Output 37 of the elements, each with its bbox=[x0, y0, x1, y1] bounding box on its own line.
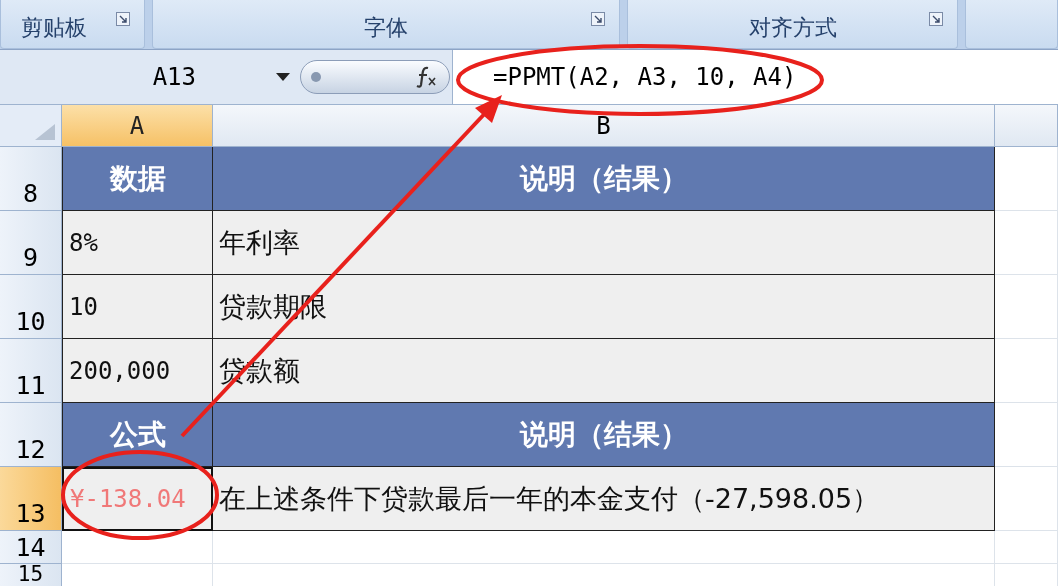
row-header[interactable]: 14 bbox=[0, 531, 62, 564]
table-cell: 200,000 bbox=[62, 339, 213, 403]
dialog-launcher-icon[interactable] bbox=[929, 12, 943, 26]
row-header[interactable]: 12 bbox=[0, 403, 62, 467]
row-header[interactable]: 10 bbox=[0, 275, 62, 339]
group-label: 剪贴板 bbox=[21, 15, 87, 41]
caret-icon[interactable] bbox=[276, 73, 290, 81]
table-cell: 8% bbox=[62, 211, 213, 275]
splitter-handle[interactable] bbox=[300, 60, 450, 94]
table-cell bbox=[995, 531, 1058, 564]
table-cell: ¥-138.04 bbox=[62, 467, 213, 531]
table-cell bbox=[995, 211, 1058, 275]
dialog-launcher-icon[interactable] bbox=[591, 12, 605, 26]
name-box[interactable]: A13 bbox=[152, 63, 196, 91]
row-header[interactable]: 11 bbox=[0, 339, 62, 403]
table-cell bbox=[995, 403, 1058, 467]
row-header[interactable]: 15 bbox=[0, 564, 62, 586]
table-cell bbox=[995, 339, 1058, 403]
dialog-launcher-icon[interactable] bbox=[116, 12, 130, 26]
header-cell: 数据 bbox=[62, 147, 213, 211]
row-header[interactable]: 9 bbox=[0, 211, 62, 275]
row-header[interactable]: 8 bbox=[0, 147, 62, 211]
table-cell bbox=[995, 275, 1058, 339]
header-cell: 说明（结果） bbox=[213, 147, 995, 211]
table-cell: 年利率 bbox=[213, 211, 995, 275]
header-cell: 公式 bbox=[62, 403, 213, 467]
row-header[interactable]: 13 bbox=[0, 467, 62, 531]
table-cell: 10 bbox=[62, 275, 213, 339]
group-label: 字体 bbox=[364, 15, 408, 41]
column-header[interactable]: B bbox=[213, 105, 995, 147]
table-cell bbox=[995, 147, 1058, 211]
table-cell bbox=[995, 467, 1058, 531]
table-cell: 在上述条件下贷款最后一年的本金支付（-27,598.05） bbox=[213, 467, 995, 531]
column-header[interactable]: A bbox=[62, 105, 213, 147]
header-cell: 说明（结果） bbox=[213, 403, 995, 467]
formula-field[interactable]: =PPMT(A2, A3, 10, A4) bbox=[452, 50, 1058, 104]
group-label: 对齐方式 bbox=[748, 15, 837, 41]
